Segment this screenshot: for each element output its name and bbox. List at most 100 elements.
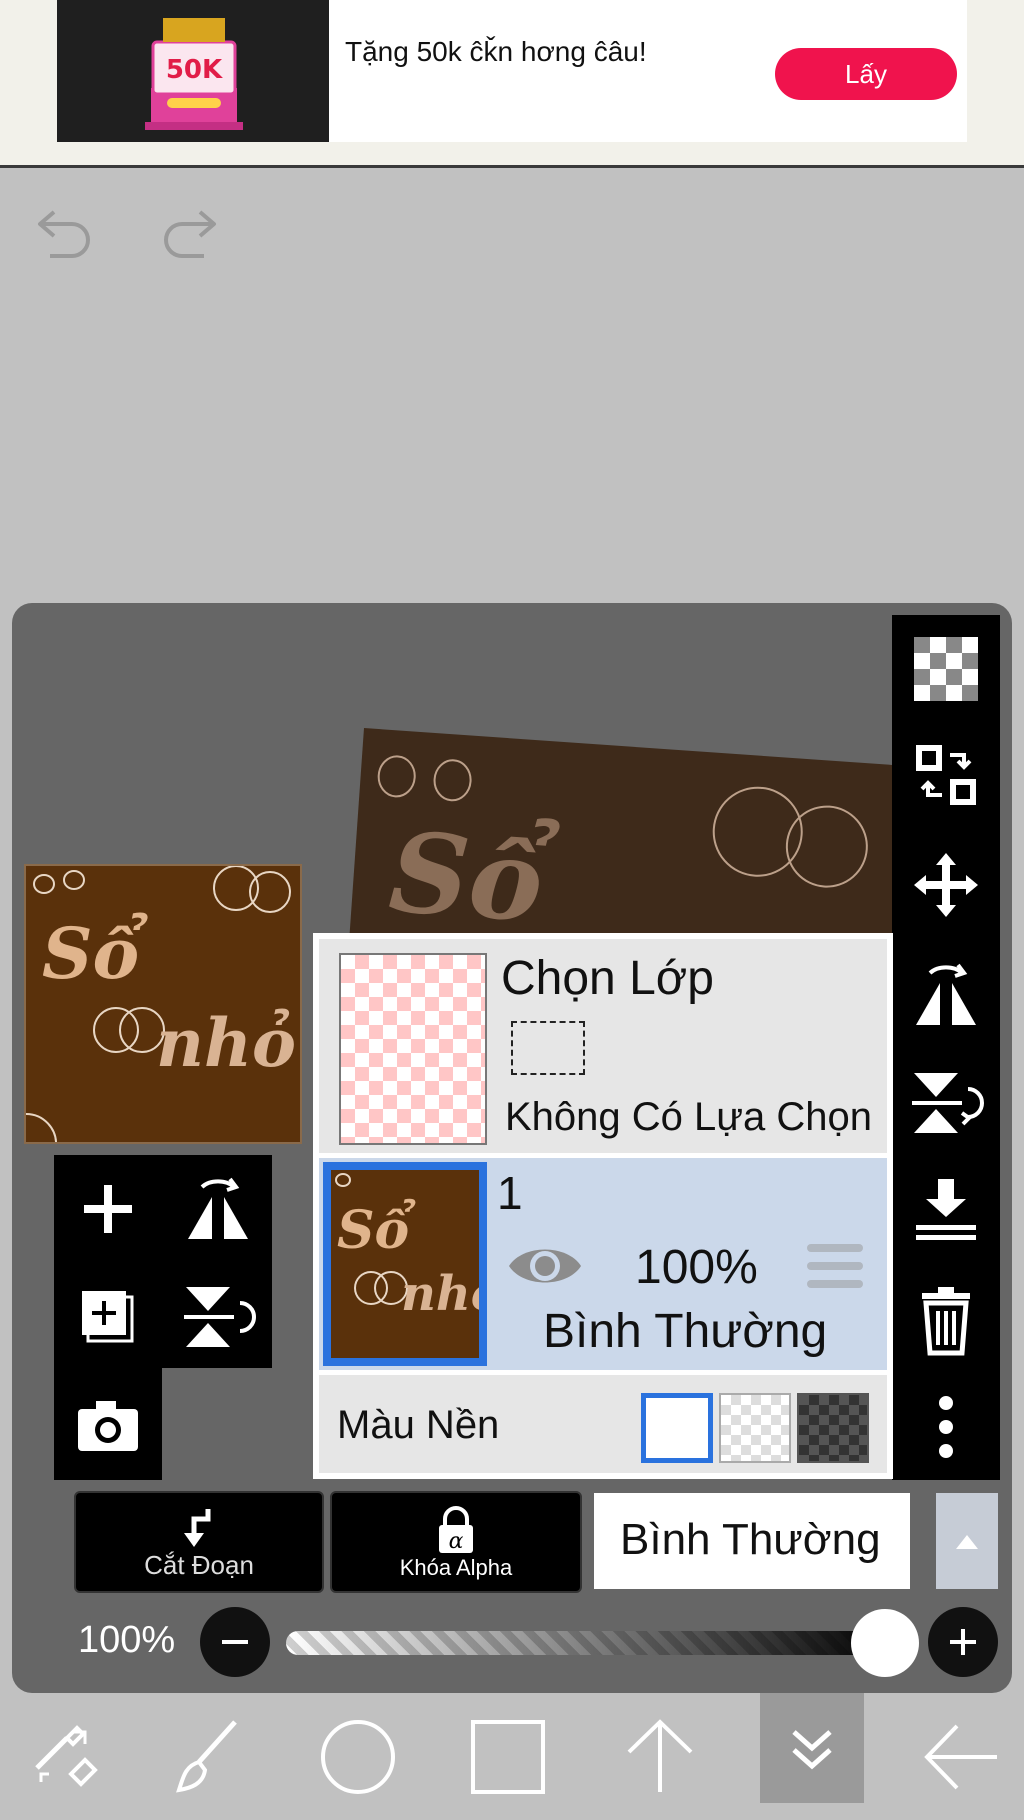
ad-image: 50K [57,0,329,142]
ad-card[interactable]: 50K Tặng 50k ĉǩn hơng ĉâu! Lấy [57,0,967,142]
ad-text: Tặng 50k ĉǩn hơng ĉâu! [345,36,647,67]
selection-title: Chọn Lớp [501,952,714,1005]
flip-vertical-icon [912,1073,984,1133]
svg-text:Sổ: Sổ [386,807,561,947]
layer-row[interactable]: Sổ nhỏ 1 100% [319,1158,887,1370]
svg-text:Sổ: Sổ [42,912,149,995]
svg-text:nhỏ: nhỏ [401,1266,479,1322]
lock-alpha-icon: α [439,1506,473,1554]
bottom-toolbar [0,1693,1024,1820]
background-color-row: Màu Nền [319,1375,887,1473]
flip-vertical-button[interactable] [906,1063,986,1143]
opacity-slider[interactable] [286,1631,894,1655]
merge-down-icon [916,1179,976,1240]
plus-icon [84,1185,132,1233]
chevron-double-down-icon [792,1730,832,1770]
camera-icon [78,1401,138,1451]
alpha-lock-label: Khóa Alpha [399,1555,513,1580]
layer-name: 1 [497,1167,523,1219]
arrow-up-icon [627,1718,693,1792]
bg-transparent-swatch[interactable] [719,1393,791,1463]
opacity-label: 100% [78,1619,176,1661]
visibility-toggle[interactable] [507,1238,583,1294]
layer-thumb-artwork: Sổ nhỏ [335,1173,479,1322]
flip-horizontal-icon [188,1177,248,1239]
layer-blend-mode: Bình Thường [543,1305,828,1358]
redo-button[interactable] [156,200,222,260]
clip-arrow-icon [184,1509,211,1547]
flip-horizontal-button[interactable] [906,955,986,1035]
svg-text:50K: 50K [166,55,223,85]
gift-podium-icon: 50K [145,18,243,130]
ad-get-button[interactable]: Lấy [775,48,957,100]
bg-dark-swatch[interactable] [797,1393,869,1463]
rectangle-tool-button[interactable] [444,1693,572,1820]
clipping-button[interactable]: Cắt Đoạn [74,1491,324,1593]
add-layer-button[interactable] [68,1169,148,1249]
drag-handle-icon [807,1244,863,1288]
brush-icon [176,1719,237,1793]
right-toolbar [892,615,1000,1480]
flip-vertical-icon [184,1287,256,1347]
move-up-button[interactable] [596,1693,724,1820]
eye-icon [509,1249,581,1283]
more-options-button[interactable] [906,1387,986,1467]
redo-icon [164,210,216,258]
clipping-label: Cắt Đoạn [144,1550,254,1580]
bg-white-swatch[interactable] [641,1393,713,1463]
move-icon [914,853,978,917]
checker-icon [914,637,978,701]
undo-button[interactable] [32,200,98,260]
preview-artwork: Sổ nhỏ [26,866,296,1142]
editor-panel: Sổ Sổ nhỏ Chọn Lớp Không Có Lựa Chọn Sổ … [12,603,1012,1693]
background-label: Màu Nền [337,1403,500,1447]
transparent-fill-button[interactable] [906,629,986,709]
blend-mode-dropdown-button[interactable] [936,1493,998,1589]
ad-banner: 50K Tặng 50k ĉǩn hơng ĉâu! Lấy [0,0,1024,168]
undo-icon [38,210,90,258]
arrow-left-icon [924,1724,997,1789]
drag-handle[interactable] [807,1240,863,1292]
svg-text:nhỏ: nhỏ [156,1004,296,1082]
opacity-increase-button[interactable] [928,1607,998,1677]
layer-thumbnail: Sổ nhỏ [323,1162,487,1366]
transform-tools-icon [35,1724,98,1787]
delete-layer-button[interactable] [906,1279,986,1359]
layer-popup: Chọn Lớp Không Có Lựa Chọn Sổ nhỏ 1 [313,933,893,1479]
transform-layer-icon [916,745,976,805]
camera-button[interactable] [68,1385,148,1465]
layer-opacity: 100% [635,1241,758,1294]
minus-icon [222,1640,248,1644]
layer-tools [54,1155,272,1480]
add-copy-icon [82,1291,134,1343]
square-icon [471,1719,545,1794]
selection-thumbnail [339,953,487,1145]
flip-horizontal-icon [916,963,976,1025]
selection-dashed-icon [511,1021,585,1075]
canvas-preview: Sổ nhỏ [24,864,302,1144]
blend-mode-value: Bình Thường [620,1515,881,1564]
selection-layer-row[interactable]: Chọn Lớp Không Có Lựa Chọn [319,939,887,1153]
flip-layer-horizontal-button[interactable] [178,1169,258,1249]
opacity-slider-knob[interactable] [851,1609,919,1677]
duplicate-layer-button[interactable] [68,1277,148,1357]
brush-tool-button[interactable] [146,1693,274,1820]
circle-icon [321,1719,395,1794]
layers-collapse-button[interactable] [760,1693,864,1803]
flip-layer-vertical-button[interactable] [178,1277,258,1357]
selection-status: Không Có Lựa Chọn [505,1095,873,1139]
move-button[interactable] [906,845,986,925]
merge-down-button[interactable] [906,1171,986,1251]
blend-mode-select[interactable]: Bình Thường [594,1493,910,1589]
svg-text:α: α [449,1529,464,1554]
triangle-up-icon [956,1535,978,1549]
svg-text:Sổ: Sổ [337,1199,416,1261]
alpha-lock-button[interactable]: α Khóa Alpha [330,1491,582,1593]
plus-icon [950,1629,976,1655]
more-vertical-icon [939,1396,953,1458]
ellipse-tool-button[interactable] [294,1693,422,1820]
swap-layer-button[interactable] [906,735,986,815]
back-button[interactable] [898,1693,1024,1820]
opacity-decrease-button[interactable] [200,1607,270,1677]
transform-tools-button[interactable] [0,1693,128,1820]
